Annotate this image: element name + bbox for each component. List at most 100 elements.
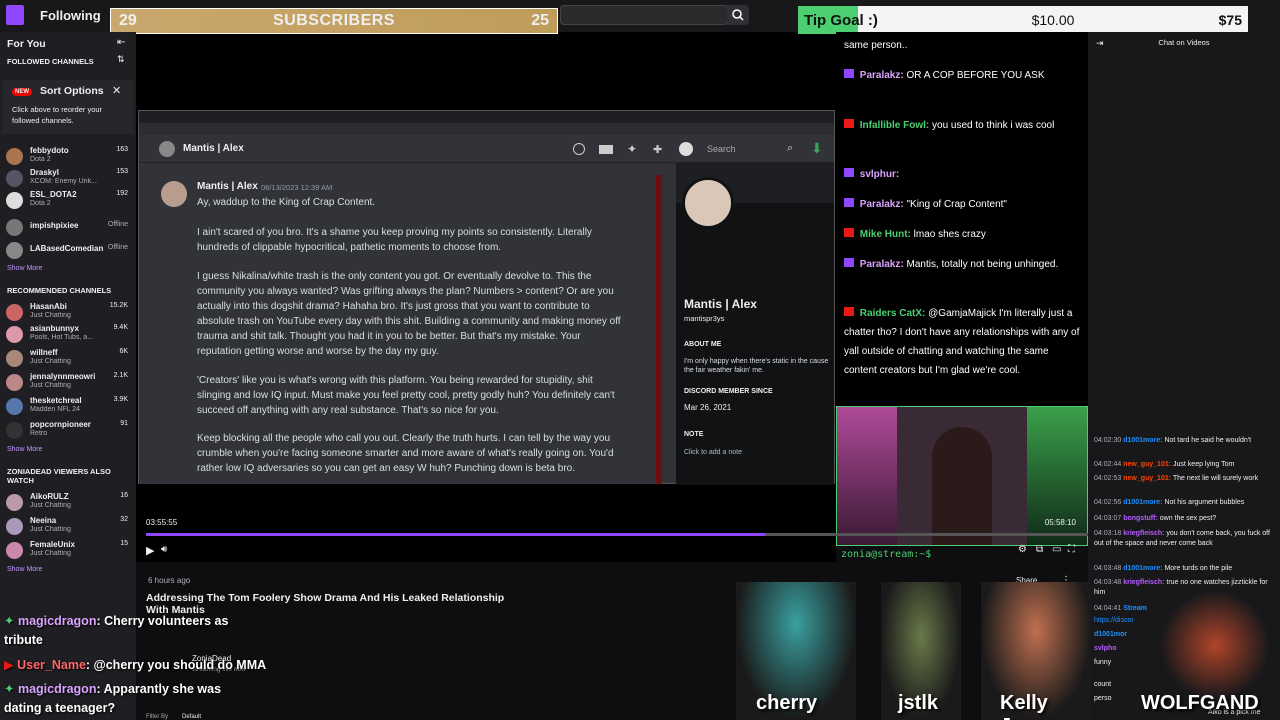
avatar [6, 374, 23, 391]
recommended-channel[interactable]: HasanAbi Just Chatting 15.2K [6, 302, 134, 324]
chat-text: you don't come back, you fuck off out of… [1094, 530, 1270, 547]
twitch-logo-icon[interactable] [6, 5, 24, 25]
search-icon[interactable]: ⌕ [787, 142, 793, 155]
chat-user[interactable]: kriegfleisch: [1123, 530, 1164, 537]
viewer-count: 15.2K [109, 302, 128, 309]
badge-icon [844, 168, 854, 177]
also-watch-channel[interactable]: Neeina Just Chatting 32 [6, 516, 134, 538]
phone-icon[interactable] [573, 143, 585, 155]
avatar [6, 219, 23, 236]
new-badge: NEW [12, 88, 32, 96]
settings-icon[interactable]: ⚙ [1018, 544, 1027, 555]
download-icon[interactable]: ⬇ [811, 140, 823, 157]
video-call-icon[interactable] [599, 145, 613, 154]
chat-user[interactable]: bongstuff: [1123, 515, 1158, 522]
show-more-recommended[interactable]: Show More [7, 446, 42, 453]
duration-time: 05:58:10 [1044, 518, 1076, 527]
chat-user[interactable]: d1001more: [1123, 565, 1162, 572]
show-more-also-watch[interactable]: Show More [7, 566, 42, 573]
chat-line: Paralakz: OR A COP BEFORE YOU ASK [844, 66, 1080, 85]
avatar [6, 170, 23, 187]
channel-game: Just Chatting [30, 550, 71, 557]
overlay-chat-line: ▶ User_Name: @cherry you should do MMA [4, 658, 267, 672]
character-name: WOLFGAND [1141, 692, 1259, 714]
channel-game: Pools, Hot Tubs, a... [30, 334, 94, 341]
chat-user[interactable]: d1001mor [1094, 631, 1127, 638]
also-watch-channel[interactable]: FemaleUnix Just Chatting 15 [6, 540, 134, 562]
search-icon[interactable] [727, 5, 749, 25]
fullscreen-icon[interactable]: ⛶ [1068, 544, 1075, 555]
sort-options-tooltip: NEW Sort Options ✕ Click above to reorde… [2, 80, 134, 134]
sort-icon[interactable]: ⇅ [117, 54, 125, 65]
chat-user[interactable]: Stream [1123, 605, 1147, 612]
chat-user[interactable]: d1001more: [1123, 499, 1162, 506]
note-input[interactable]: Click to add a note [684, 449, 742, 456]
pin-icon[interactable]: ✦ [627, 142, 637, 156]
avatar [6, 192, 23, 209]
add-member-icon[interactable]: ✚ [653, 143, 662, 156]
player-controls: 03:55:55 05:58:10 ▶ 🔊︎ ⚙ ⧉ ▭ ⛶ [136, 512, 1088, 562]
timestamp: 04:03:07 [1094, 515, 1122, 522]
followed-channel[interactable]: Draskyl XCOM: Enemy Unk... 153 [6, 168, 134, 190]
channel-name: ESL_DOTA2 [30, 190, 77, 199]
viewer-count: 9.4K [113, 324, 128, 331]
viewer-count: 3.9K [113, 396, 128, 403]
recommended-header: RECOMMENDED CHANNELS [7, 286, 112, 295]
sub-count-right: 25 [531, 12, 549, 29]
note-header: NOTE [684, 431, 704, 438]
close-icon[interactable]: ✕ [112, 84, 121, 97]
followed-channel[interactable]: impishpixiee Offline [6, 217, 134, 239]
youtube-icon [844, 307, 854, 316]
viewer-count: 16 [120, 492, 128, 499]
message-paragraph: 'Creators' like you is what's wrong with… [197, 375, 615, 416]
followed-channel[interactable]: febbydoto Dota 2 163 [6, 146, 134, 168]
scrollbar[interactable] [656, 175, 662, 484]
timestamp: 04:03:48 [1094, 565, 1122, 572]
search-input[interactable] [560, 5, 728, 25]
chat-text: OR A COP BEFORE YOU ASK [906, 70, 1045, 81]
theatre-icon[interactable]: ▭ [1052, 544, 1061, 555]
clip-icon[interactable]: ⧉ [1036, 544, 1043, 555]
viewer-count: 15 [120, 540, 128, 547]
show-more-followed[interactable]: Show More [7, 265, 42, 272]
channel-game: Just Chatting [30, 526, 71, 533]
message-date: 08/13/2023 12:39 AM [261, 183, 333, 192]
play-icon[interactable]: ▶ [146, 544, 154, 557]
profile-icon[interactable] [679, 142, 693, 156]
avatar [6, 326, 23, 343]
recommended-channel[interactable]: thesketchreal Madden NFL 24 3.9K [6, 396, 134, 418]
chat-user[interactable]: d1001more: [1123, 437, 1162, 444]
discord-search[interactable]: Search [707, 144, 736, 154]
chat-line: 04:03:07 bongstuff: own the sex pest? [1094, 514, 1276, 524]
followed-channel[interactable]: LABasedComedian Offline [6, 240, 134, 262]
recommended-channel[interactable]: willneff Just Chatting 6K [6, 348, 134, 370]
viewer-count: Offline [107, 244, 128, 251]
viewer-count: 32 [120, 516, 128, 523]
screen-share-browser: Mantis | Alex ✦ ✚ Search ⌕ ⬇ Mantis | Al… [138, 110, 835, 485]
chat-line: 04:02:44 new_guy_101: Just keep lying To… [1094, 460, 1276, 470]
viewer-count: 6K [119, 348, 128, 355]
recommended-channel[interactable]: jennalynnmeowri Just Chatting 2.1K [6, 372, 134, 394]
progress-bar[interactable] [146, 533, 1088, 536]
recommended-channel[interactable]: asianbunnyx Pools, Hot Tubs, a... 9.4K [6, 324, 134, 346]
chat-user[interactable]: kriegfleisch: [1123, 579, 1164, 586]
also-watch-channel[interactable]: AikoRULZ Just Chatting 16 [6, 492, 134, 514]
following-link[interactable]: Following [40, 8, 101, 23]
message-paragraph: I guess Nikalina/white trash is the only… [197, 271, 621, 357]
member-since-header: DISCORD MEMBER SINCE [684, 388, 773, 395]
sort-desc: Click above to reorder your followed cha… [12, 105, 103, 125]
character-name: Kelly Jean [1000, 692, 1048, 720]
chat-user[interactable]: new_guy_101: [1123, 475, 1171, 482]
followed-channel[interactable]: ESL_DOTA2 Dota 2 192 [6, 190, 134, 212]
recommended-channel[interactable]: popcornpioneer Retro 91 [6, 420, 134, 442]
chat-user: User_Name [17, 658, 86, 672]
browser-tabstrip [139, 111, 834, 123]
chat-user[interactable]: svlpho [1094, 645, 1117, 652]
viewer-count: Offline [107, 221, 128, 228]
channel-name: Neeina [30, 516, 57, 525]
chat-user[interactable]: new_guy_101: [1123, 461, 1171, 468]
avatar [6, 148, 23, 165]
collapse-icon[interactable]: ⇤ [117, 37, 125, 48]
about-header: ABOUT ME [684, 341, 722, 348]
volume-icon[interactable]: 🔊︎ [161, 544, 167, 555]
